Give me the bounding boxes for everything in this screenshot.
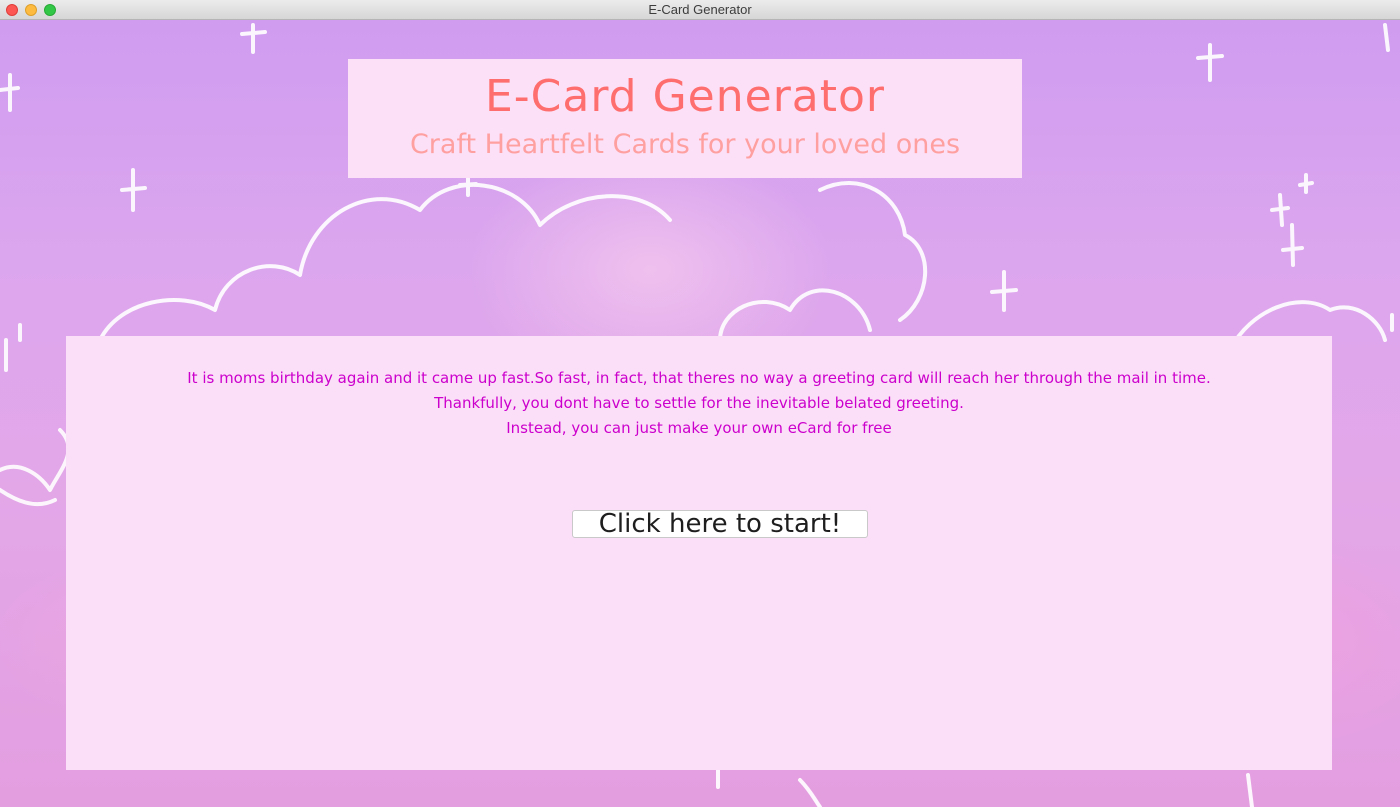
intro-line: Instead, you can just make your own eCar… xyxy=(506,419,892,437)
page-title: E-Card Generator xyxy=(484,71,886,122)
intro-line: It is moms birthday again and it came up… xyxy=(187,369,1211,387)
start-button[interactable]: Click here to start! xyxy=(572,510,868,538)
intro-text: It is moms birthday again and it came up… xyxy=(66,366,1332,441)
app-window: E-Card Generator E-Card Generator Craft … xyxy=(0,0,1400,807)
intro-line: Thankfully, you dont have to settle for … xyxy=(434,394,964,412)
page-subtitle: Craft Heartfelt Cards for your loved one… xyxy=(409,129,961,160)
content-panel: It is moms birthday again and it came up… xyxy=(66,336,1332,770)
header-banner: E-Card Generator Craft Heartfelt Cards f… xyxy=(348,59,1022,178)
window-title: E-Card Generator xyxy=(648,2,752,17)
title-bar[interactable]: E-Card Generator xyxy=(0,0,1400,20)
